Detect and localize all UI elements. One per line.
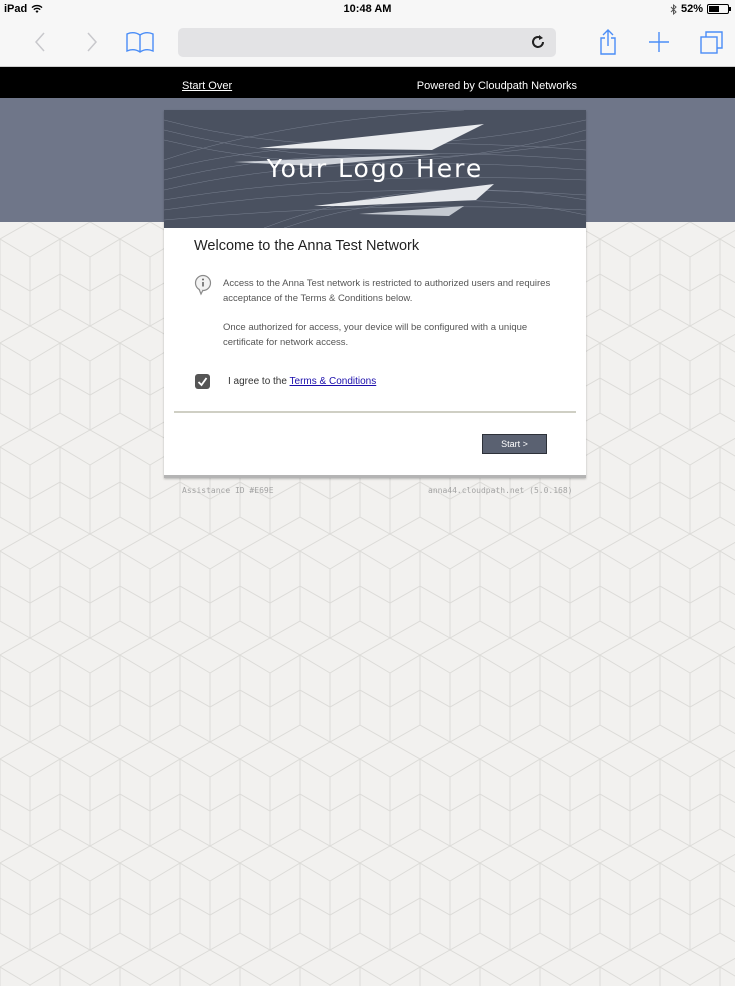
checkmark-icon [197,377,208,387]
tabs-button[interactable] [699,27,725,57]
agree-label: I agree to the Terms & Conditions [228,376,376,387]
battery-percent: 52% [680,3,703,15]
divider [174,411,576,413]
server-info: anna44.cloudpath.net (5.0.168) [428,486,573,495]
start-button[interactable]: Start > [482,434,547,454]
browser-toolbar [0,18,735,67]
info-icon [194,274,212,296]
certificate-notice: Once authorized for access, your device … [223,322,528,348]
battery-icon [707,4,731,14]
tabs-icon [700,31,723,54]
clock: 10:48 AM [343,3,392,15]
book-icon [126,32,154,53]
bookmarks-button[interactable] [124,27,156,57]
portal-header: Start Over Powered by Cloudpath Networks [0,67,735,98]
chevron-left-icon [34,32,45,52]
back-button[interactable] [30,27,50,57]
terms-link[interactable]: Terms & Conditions [290,376,377,387]
assistance-id: Assistance ID #E69E [182,486,274,495]
share-icon [600,29,616,55]
logo-banner: Your Logo Here [164,110,586,228]
bluetooth-icon [670,3,677,15]
status-bar: iPad 10:48 AM 52% [0,0,735,18]
share-button[interactable] [597,27,619,57]
new-tab-button[interactable] [647,27,671,57]
powered-by-text: Powered by Cloudpath Networks [416,80,577,92]
chevron-right-icon [87,32,98,52]
welcome-card: Your Logo Here Welcome to the Anna Test … [164,110,586,478]
page-title: Welcome to the Anna Test Network [194,238,420,254]
agree-checkbox[interactable] [195,374,210,389]
address-bar[interactable] [178,28,556,57]
agree-prefix: I agree to the [228,376,290,387]
plus-icon [649,32,669,52]
start-over-link[interactable]: Start Over [182,80,232,92]
logo-text: Your Logo Here [266,154,484,183]
forward-button[interactable] [82,27,102,57]
access-notice: Access to the Anna Test network is restr… [223,278,551,304]
agree-row: I agree to the Terms & Conditions [195,374,376,389]
reload-icon[interactable] [530,34,546,50]
